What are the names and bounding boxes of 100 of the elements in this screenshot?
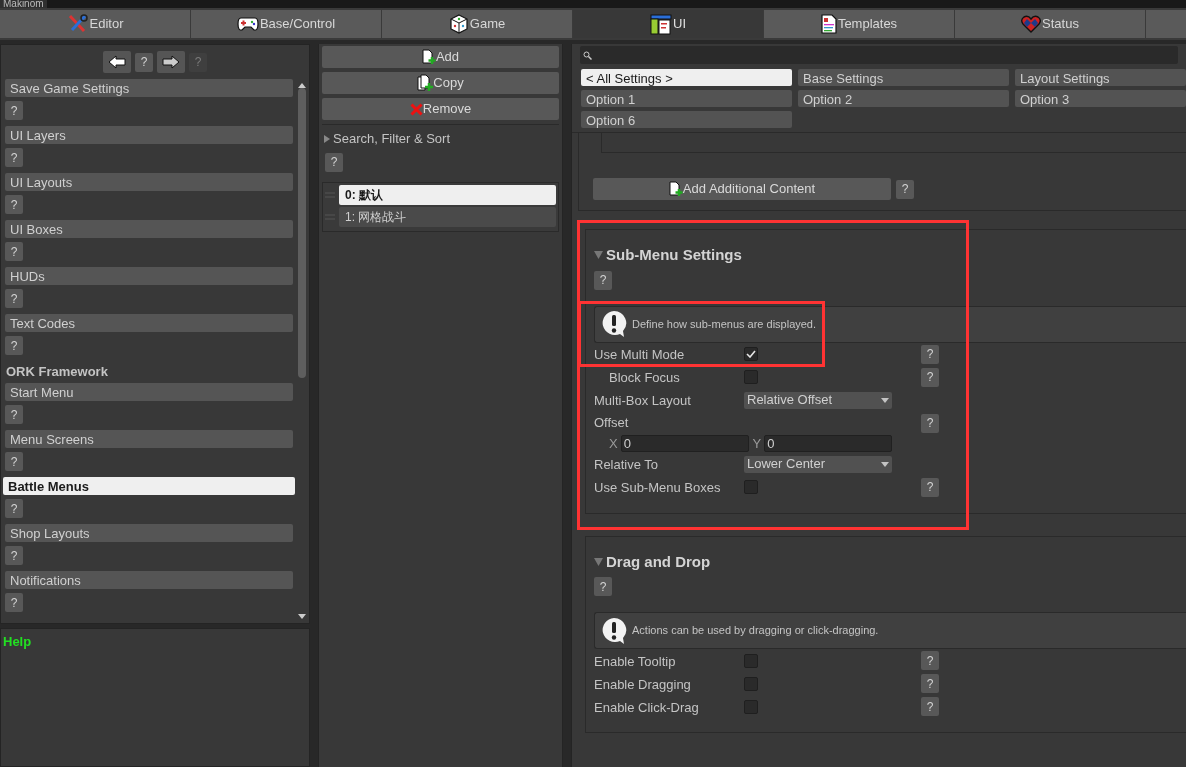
list-entry[interactable]: 0: 默认 — [339, 184, 556, 205]
help-button[interactable]: ? — [135, 52, 153, 72]
caret-down-icon — [594, 557, 603, 566]
sidebar-item[interactable]: UI Boxes — [5, 220, 293, 238]
filter-button[interactable]: Option 2 — [798, 90, 1009, 107]
add-content-button[interactable]: Add Additional Content — [593, 178, 891, 200]
dropdown[interactable]: Lower Center — [744, 455, 892, 473]
help-button[interactable]: ? — [5, 336, 23, 355]
window-title: Makinom — [0, 0, 47, 8]
scroll-down-icon — [298, 614, 306, 619]
gamepad-icon — [236, 16, 259, 32]
sidebar-item[interactable]: Text Codes — [5, 314, 293, 332]
action-button[interactable]: Add — [322, 46, 559, 68]
help-button[interactable]: ? — [5, 242, 23, 261]
setting-label: Block Focus — [608, 370, 680, 385]
sidebar-item[interactable]: UI Layers — [5, 126, 293, 144]
setting-label: Multi-Box Layout — [594, 393, 691, 408]
axis-label: Y — [752, 434, 762, 453]
help-button[interactable]: ? — [325, 152, 343, 172]
caret-icon — [881, 397, 889, 403]
caret-right-icon — [324, 134, 330, 143]
sidebar-item[interactable]: Menu Screens — [5, 430, 293, 448]
filter-button[interactable]: Option 3 — [1015, 90, 1186, 107]
setting-label: Enable Click-Drag — [594, 699, 699, 715]
help-button[interactable]: ? — [921, 674, 939, 693]
tab[interactable]: Editor — [0, 10, 190, 38]
section-foldout[interactable]: Drag and Drop — [594, 550, 1186, 573]
checkbox[interactable] — [744, 653, 758, 668]
arrow-right-icon — [162, 55, 180, 69]
help-button[interactable]: ? — [921, 367, 939, 387]
checkbox[interactable] — [744, 676, 758, 691]
number-field[interactable]: 0 — [620, 435, 749, 452]
caret-down-icon — [594, 251, 603, 260]
sidebar-item[interactable]: UI Layouts — [5, 173, 293, 191]
help-button[interactable]: ? — [921, 651, 939, 670]
help-button[interactable]: ? — [594, 270, 612, 290]
sidebar-item[interactable]: Shop Layouts — [5, 524, 293, 542]
help-button[interactable]: ? — [921, 697, 939, 716]
action-button[interactable]: Copy — [322, 72, 559, 94]
help-button[interactable]: ? — [5, 195, 23, 214]
info-text: Actions can be used by dragging or click-dragging. — [632, 623, 879, 639]
help-button[interactable]: ? — [5, 405, 23, 424]
filter-button[interactable]: Layout Settings — [1015, 69, 1186, 86]
setting-label: Enable Tooltip — [594, 653, 676, 669]
number-field[interactable]: 0 — [764, 435, 892, 452]
help-button[interactable]: ? — [921, 477, 939, 497]
close-icon — [409, 102, 423, 116]
filter-button[interactable]: Base Settings — [798, 69, 1009, 86]
setting-label: Use Sub-Menu Boxes — [594, 480, 721, 495]
sidebar-item[interactable]: Notifications — [5, 571, 293, 589]
dice-icon — [448, 14, 469, 34]
setting-label: Relative To — [594, 457, 659, 472]
checkbox[interactable] — [744, 347, 758, 361]
sidebar-item[interactable]: HUDs — [5, 267, 293, 285]
filter-button[interactable]: Option 1 — [581, 90, 792, 107]
copy-plus-icon — [417, 74, 434, 92]
file-plus-icon — [421, 49, 436, 65]
tab[interactable]: Templates — [764, 10, 954, 38]
help-button[interactable]: ? — [5, 289, 23, 308]
window-icon — [650, 13, 672, 35]
action-button[interactable]: Remove — [322, 98, 559, 120]
filter-button[interactable]: < All Settings > — [581, 69, 792, 86]
setting-label: Enable Dragging — [594, 676, 691, 692]
help-button[interactable]: ? — [5, 499, 23, 518]
tab[interactable]: Base/Control — [191, 10, 381, 38]
search-field[interactable] — [580, 46, 1178, 64]
checkbox[interactable] — [744, 699, 758, 714]
help-button[interactable]: ? — [5, 148, 23, 167]
filter-foldout[interactable]: Search, Filter & Sort — [322, 129, 559, 149]
tab[interactable]: Status — [955, 10, 1145, 38]
help-button[interactable]: ? — [921, 344, 939, 364]
help-button[interactable]: ? — [5, 546, 23, 565]
check-icon — [746, 350, 756, 358]
forward-button[interactable] — [157, 51, 185, 73]
search-icon — [583, 50, 592, 60]
help-button[interactable]: ? — [896, 179, 914, 199]
info-text: Define how sub-menus are displayed. — [632, 316, 817, 332]
checkbox[interactable] — [744, 480, 758, 494]
dropdown[interactable]: Relative Offset — [744, 391, 892, 409]
help-button[interactable]: ? — [921, 413, 939, 433]
section-foldout[interactable]: Sub-Menu Settings — [594, 244, 1186, 267]
file-plus-icon — [668, 181, 683, 197]
help-button[interactable]: ? — [5, 101, 23, 120]
sidebar-item[interactable]: Start Menu — [5, 383, 293, 401]
sidebar-item[interactable]: Save Game Settings — [5, 79, 293, 97]
list-entry[interactable]: 1: 网格战斗 — [339, 206, 556, 227]
help-title: Help — [2, 634, 32, 649]
help-button[interactable]: ? — [5, 593, 23, 612]
tab[interactable]: Game — [382, 10, 572, 38]
help-button[interactable]: ? — [5, 452, 23, 471]
checkbox[interactable] — [744, 370, 758, 384]
warning-bubble-icon — [600, 616, 628, 645]
filter-button[interactable]: Option 6 — [581, 111, 792, 128]
arrow-left-icon — [108, 55, 126, 69]
back-button[interactable] — [103, 51, 131, 73]
heart-icon — [1021, 15, 1042, 33]
sidebar-item[interactable]: Battle Menus — [3, 477, 295, 495]
caret-icon — [881, 461, 889, 467]
setting-label: Offset — [594, 414, 629, 433]
help-button[interactable]: ? — [594, 577, 612, 596]
